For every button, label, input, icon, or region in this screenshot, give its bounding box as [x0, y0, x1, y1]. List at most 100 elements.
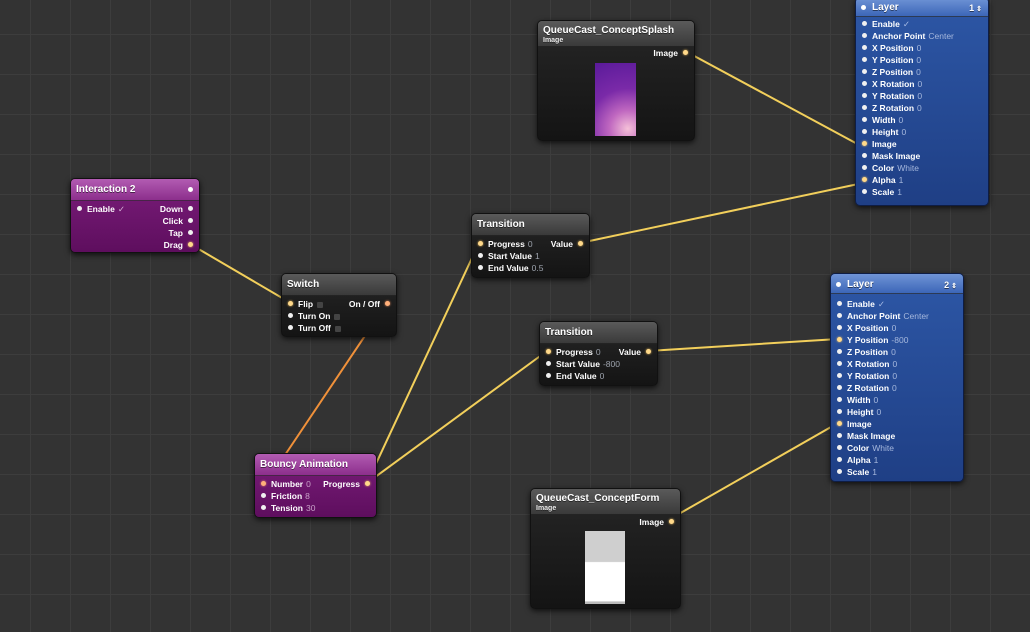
- input-value-scale[interactable]: 1: [872, 467, 877, 477]
- input-port-turn-off[interactable]: [288, 325, 293, 330]
- input-port-color[interactable]: [862, 165, 867, 170]
- input-port-width[interactable]: [837, 397, 842, 402]
- input-port-number[interactable]: [261, 481, 266, 486]
- patch-header[interactable]: Layer 2 ⇕: [831, 274, 963, 294]
- input-port-image[interactable]: [862, 141, 867, 146]
- input-port-color[interactable]: [837, 445, 842, 450]
- input-value-y-position[interactable]: 0: [916, 55, 921, 65]
- input-value-x-position[interactable]: 0: [892, 323, 897, 333]
- value-box[interactable]: [334, 313, 341, 320]
- output-port-progress[interactable]: [365, 481, 370, 486]
- input-value-color[interactable]: White: [897, 163, 919, 173]
- input-port-scale[interactable]: [837, 469, 842, 474]
- input-value-color[interactable]: White: [872, 443, 894, 453]
- input-port-z-rotation[interactable]: [862, 105, 867, 110]
- output-port-click[interactable]: [188, 218, 193, 223]
- output-port-image[interactable]: [669, 519, 674, 524]
- input-value-x-rotation[interactable]: 0: [893, 359, 898, 369]
- wire-progress-to-transition2[interactable]: [366, 350, 548, 484]
- patch-header[interactable]: Layer 1 ⇕: [856, 0, 988, 17]
- input-value-start-value[interactable]: 1: [535, 251, 540, 261]
- input-port-start-value[interactable]: [478, 253, 483, 258]
- input-value-z-position[interactable]: 0: [891, 347, 896, 357]
- wire-splash-to-layer1-image[interactable]: [684, 50, 864, 148]
- input-value-alpha[interactable]: 1: [874, 455, 879, 465]
- image-patch-concept-splash[interactable]: QueueCast_ConceptSplash Image Image: [537, 20, 695, 141]
- patch-header[interactable]: QueueCast_ConceptSplash Image: [538, 21, 694, 47]
- input-port-scale[interactable]: [862, 189, 867, 194]
- input-port-x-rotation[interactable]: [837, 361, 842, 366]
- transition-patch-2[interactable]: Transition Progress 0 Value Start Value -8…: [539, 321, 658, 386]
- input-value-scale[interactable]: 1: [897, 187, 902, 197]
- value-box[interactable]: [317, 301, 324, 308]
- input-port-end-value[interactable]: [478, 265, 483, 270]
- input-value-x-position[interactable]: 0: [917, 43, 922, 53]
- input-value-end-value[interactable]: 0: [600, 371, 605, 381]
- switch-patch[interactable]: Switch Flip On / Off Turn On Turn Off: [281, 273, 397, 337]
- input-value-y-rotation[interactable]: 0: [892, 371, 897, 381]
- layer-index[interactable]: 1 ⇕: [969, 2, 982, 16]
- header-port-dot[interactable]: [861, 5, 866, 10]
- layer-index[interactable]: 2 ⇕: [944, 279, 957, 293]
- output-port-image[interactable]: [683, 50, 688, 55]
- output-port-drag[interactable]: [188, 242, 193, 247]
- input-value-alpha[interactable]: 1: [899, 175, 904, 185]
- patch-header[interactable]: Interaction 2: [71, 179, 199, 201]
- input-port-mask-image[interactable]: [837, 433, 842, 438]
- input-port-height[interactable]: [837, 409, 842, 414]
- input-port-x-rotation[interactable]: [862, 81, 867, 86]
- input-value-tension[interactable]: 30: [306, 503, 315, 513]
- layer-patch-2[interactable]: Layer 2 ⇕ Enable ✓ Anchor Point Center X Posi…: [830, 273, 964, 482]
- input-port-enable[interactable]: [837, 301, 842, 306]
- output-port-value[interactable]: [646, 349, 651, 354]
- input-port-anchor-point[interactable]: [837, 313, 842, 318]
- layer-patch-1[interactable]: Layer 1 ⇕ Enable ✓ Anchor Point Center X Posi…: [855, 0, 989, 206]
- wire-form-to-layer2-image[interactable]: [669, 422, 839, 520]
- checkmark-icon[interactable]: ✓: [118, 204, 125, 214]
- input-value-progress[interactable]: 0: [596, 347, 601, 357]
- wire-transition2-to-layer2-ypos[interactable]: [647, 338, 839, 352]
- input-value-width[interactable]: 0: [874, 395, 879, 405]
- input-port-progress[interactable]: [478, 241, 483, 246]
- input-value-height[interactable]: 0: [901, 127, 906, 137]
- input-value-friction[interactable]: 8: [305, 491, 310, 501]
- checkmark-icon[interactable]: ✓: [903, 19, 910, 29]
- input-value-y-rotation[interactable]: 0: [917, 91, 922, 101]
- patch-header[interactable]: Transition: [472, 214, 589, 236]
- patch-header[interactable]: Transition: [540, 322, 657, 344]
- input-port-y-rotation[interactable]: [837, 373, 842, 378]
- input-value-width[interactable]: 0: [899, 115, 904, 125]
- value-box[interactable]: [334, 325, 341, 332]
- output-port-onoff[interactable]: [385, 301, 390, 306]
- output-port-down[interactable]: [188, 206, 193, 211]
- wire-transition1-to-layer1-alpha[interactable]: [579, 182, 864, 244]
- bouncy-animation-patch[interactable]: Bouncy Animation Number 0 Progress Fricti…: [254, 453, 377, 518]
- input-value-anchor-point[interactable]: Center: [903, 311, 929, 321]
- input-port-mask-image[interactable]: [862, 153, 867, 158]
- input-port-z-rotation[interactable]: [837, 385, 842, 390]
- input-port-progress[interactable]: [546, 349, 551, 354]
- input-port-height[interactable]: [862, 129, 867, 134]
- input-port-width[interactable]: [862, 117, 867, 122]
- input-port-end-value[interactable]: [546, 373, 551, 378]
- stepper-arrows-icon[interactable]: ⇕: [951, 283, 957, 290]
- input-port-start-value[interactable]: [546, 361, 551, 366]
- input-port-enable[interactable]: [862, 21, 867, 26]
- input-port-turn-on[interactable]: [288, 313, 293, 318]
- input-value-x-rotation[interactable]: 0: [918, 79, 923, 89]
- input-port-anchor-point[interactable]: [862, 33, 867, 38]
- header-port-dot[interactable]: [188, 187, 193, 192]
- checkmark-icon[interactable]: ✓: [878, 299, 885, 309]
- input-port-z-position[interactable]: [862, 69, 867, 74]
- input-port-y-position[interactable]: [837, 337, 842, 342]
- input-port-flip[interactable]: [288, 301, 293, 306]
- input-port-alpha[interactable]: [837, 457, 842, 462]
- input-value-start-value[interactable]: -800: [603, 359, 620, 369]
- input-port-x-position[interactable]: [837, 325, 842, 330]
- input-port-image[interactable]: [837, 421, 842, 426]
- input-value-end-value[interactable]: 0.5: [532, 263, 544, 273]
- transition-patch-1[interactable]: Transition Progress 0 Value Start Value 1 …: [471, 213, 590, 278]
- output-port-tap[interactable]: [188, 230, 193, 235]
- input-value-y-position[interactable]: -800: [891, 335, 908, 345]
- input-value-height[interactable]: 0: [876, 407, 881, 417]
